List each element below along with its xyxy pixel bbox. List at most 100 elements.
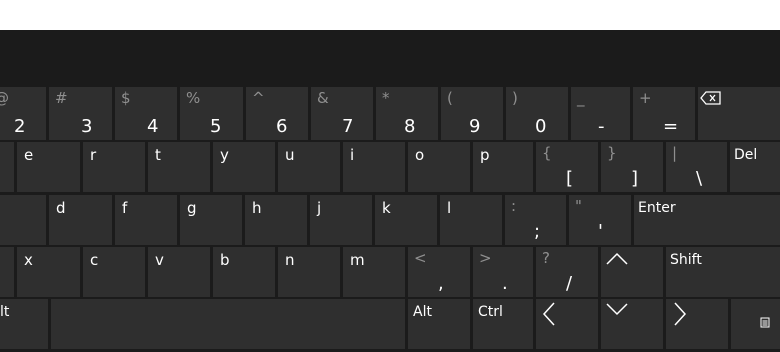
- key-label: 8: [404, 116, 416, 137]
- key-i[interactable]: i: [343, 142, 405, 192]
- key-label: 2: [14, 116, 26, 137]
- key-shift-label: >: [479, 249, 492, 267]
- key-0[interactable]: ) 0: [506, 87, 568, 140]
- key-right-bracket[interactable]: } ]: [601, 142, 663, 192]
- delete-key[interactable]: Del: [730, 142, 780, 192]
- key-shift-label: *: [382, 89, 390, 107]
- key-m[interactable]: m: [343, 247, 405, 297]
- key-label: d: [56, 199, 66, 217]
- key-6[interactable]: ^ 6: [246, 87, 308, 140]
- key-semicolon[interactable]: : ;: [505, 195, 566, 245]
- key-label: c: [90, 251, 99, 269]
- key-n[interactable]: n: [278, 247, 340, 297]
- key-f[interactable]: f: [115, 195, 177, 245]
- key-shift-label: $: [121, 89, 131, 107]
- alt-key-left[interactable]: lt: [0, 299, 48, 349]
- key-3[interactable]: # 3: [49, 87, 112, 140]
- key-9[interactable]: ( 9: [441, 87, 503, 140]
- shift-key[interactable]: Shift: [666, 247, 780, 297]
- touch-keyboard: @ 2 # 3 $ 4 % 5 ^ 6 & 7 * 8 ( 9 ) 0 _ - …: [0, 30, 780, 352]
- key-label: lt: [0, 304, 10, 320]
- key-label: Ctrl: [478, 304, 503, 320]
- key-shift-label: :: [511, 197, 517, 215]
- key-e[interactable]: e: [17, 142, 80, 192]
- key-label: g: [187, 199, 197, 217]
- key-shift-label: ": [575, 197, 582, 215]
- backspace-icon: [700, 91, 721, 105]
- key-7[interactable]: & 7: [311, 87, 373, 140]
- key-h[interactable]: h: [245, 195, 307, 245]
- key-s[interactable]: [0, 195, 46, 245]
- key-t[interactable]: t: [148, 142, 210, 192]
- key-label: 6: [276, 116, 288, 137]
- key-b[interactable]: b: [213, 247, 275, 297]
- up-arrow-key[interactable]: [601, 247, 663, 297]
- key-minus[interactable]: _ -: [571, 87, 630, 140]
- left-arrow-key[interactable]: [536, 299, 598, 349]
- key-label: m: [350, 251, 365, 269]
- key-z[interactable]: [0, 247, 14, 297]
- key-label: t: [155, 146, 161, 164]
- key-x[interactable]: x: [17, 247, 80, 297]
- key-label: r: [90, 146, 97, 164]
- key-label: u: [285, 146, 295, 164]
- key-shift-label: ): [512, 89, 518, 107]
- key-period[interactable]: > .: [473, 247, 533, 297]
- key-slash[interactable]: ? /: [536, 247, 598, 297]
- key-l[interactable]: l: [440, 195, 502, 245]
- key-c[interactable]: c: [83, 247, 145, 297]
- key-label: o: [415, 146, 425, 164]
- key-p[interactable]: p: [473, 142, 533, 192]
- key-backslash[interactable]: | \: [666, 142, 727, 192]
- up-arrow-icon: [606, 252, 628, 265]
- key-shift-label: %: [186, 89, 201, 107]
- key-4[interactable]: $ 4: [115, 87, 177, 140]
- key-label: ;: [534, 221, 541, 242]
- key-5[interactable]: % 5: [180, 87, 243, 140]
- space-key[interactable]: [51, 299, 405, 349]
- alt-key-right[interactable]: Alt: [408, 299, 470, 349]
- key-shift-label: ^: [252, 89, 265, 107]
- key-label: 3: [81, 116, 93, 137]
- key-y[interactable]: y: [213, 142, 275, 192]
- key-label: i: [350, 146, 355, 164]
- key-shift-label: &: [317, 89, 329, 107]
- key-u[interactable]: u: [278, 142, 340, 192]
- right-arrow-key[interactable]: [666, 299, 728, 349]
- key-left-bracket[interactable]: { [: [536, 142, 598, 192]
- key-label: v: [155, 251, 164, 269]
- key-j[interactable]: j: [310, 195, 372, 245]
- ctrl-key[interactable]: Ctrl: [473, 299, 533, 349]
- key-quote[interactable]: " ': [569, 195, 631, 245]
- key-shift-label: <: [414, 249, 427, 267]
- text-input-area[interactable]: [0, 0, 780, 31]
- key-g[interactable]: g: [180, 195, 242, 245]
- key-comma[interactable]: < ,: [408, 247, 470, 297]
- key-label: ]: [631, 168, 639, 189]
- key-8[interactable]: * 8: [376, 87, 438, 140]
- key-label: h: [252, 199, 262, 217]
- key-equals[interactable]: + =: [633, 87, 695, 140]
- enter-key[interactable]: Enter: [634, 195, 780, 245]
- key-label: f: [122, 199, 128, 217]
- key-2[interactable]: @ 2: [0, 87, 46, 140]
- keyboard-menu-key[interactable]: [731, 299, 780, 349]
- down-arrow-icon: [606, 303, 628, 316]
- key-label: b: [220, 251, 230, 269]
- key-k[interactable]: k: [375, 195, 437, 245]
- key-r[interactable]: r: [83, 142, 145, 192]
- key-o[interactable]: o: [408, 142, 470, 192]
- key-shift-label: _: [577, 89, 585, 107]
- keyboard-menu-icon: [760, 317, 770, 328]
- key-v[interactable]: v: [148, 247, 210, 297]
- key-label: Enter: [638, 200, 676, 216]
- down-arrow-key[interactable]: [601, 299, 663, 349]
- key-label: .: [502, 273, 508, 294]
- key-d[interactable]: d: [49, 195, 112, 245]
- backspace-key[interactable]: [698, 87, 780, 140]
- key-shift-label: @: [0, 91, 9, 106]
- key-label: 0: [535, 116, 547, 137]
- key-label: j: [317, 199, 322, 217]
- key-label: 4: [147, 116, 159, 137]
- key-w[interactable]: [0, 142, 14, 192]
